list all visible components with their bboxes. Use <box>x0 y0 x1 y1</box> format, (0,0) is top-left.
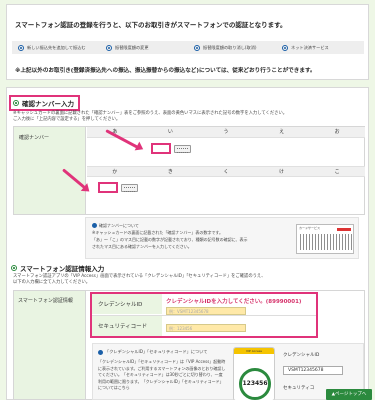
credential-row: クレデンシャルID クレデンシャルIDを入力してください。(89990001) … <box>92 294 316 315</box>
kana-header: け <box>279 169 285 175</box>
help-text: 「あ」〜「こ」のマス目に記載の数字が記載されており、種類の記号数の確認に、表示 <box>92 237 248 242</box>
confirm-number-input-ka[interactable] <box>98 182 118 193</box>
credential-callout: クレデンシャルID VSMT12345678 セキュリティコ <box>283 352 343 391</box>
keyboard-icon[interactable] <box>121 184 138 192</box>
security-code-input[interactable]: 例：123456 <box>166 324 246 332</box>
confirm-number-input-i[interactable] <box>151 143 171 154</box>
page-top-button[interactable]: ▲ページトップへ <box>326 389 372 400</box>
kana-header-row-2: か き く け こ <box>87 166 365 177</box>
kana-header: え <box>279 129 285 135</box>
kana-header: い <box>167 129 173 135</box>
sp-help-link[interactable]: 「クレデンシャルID」「セキュリティコード」について <box>98 349 208 355</box>
help-text: ※キャッシュカードの裏面に記載された「確認ナンバー」表の数字です。 <box>92 230 223 235</box>
smartphone-auth-heading: スマートフォン認証情報入力 <box>11 263 104 273</box>
credential-input-box: クレデンシャルID クレデンシャルIDを入力してください。(89990001) … <box>90 292 318 338</box>
confirm-number-help-box: 確認ナンバーについて ※キャッシュカードの裏面に記載された「確認ナンバー」表の数… <box>85 217 359 259</box>
section-dot-icon <box>13 100 19 106</box>
sp-label-cell: スマートフォン認証情報 <box>14 291 86 399</box>
confirm-desc-2: ご入力後に「上記内容で設定する」を押してください。 <box>13 117 121 122</box>
sp-desc-2: 以下の入力欄に全て入力してください。 <box>13 280 91 285</box>
service-item: 振替限度額の変更 <box>100 44 188 51</box>
help-text: されたマス目にある確認ナンバーを入力してください。 <box>92 244 192 249</box>
services-panel: スマートフォン認証の登録を行うと、以下のお取引きがスマートフォンでの認証となりま… <box>6 4 369 80</box>
auth-panel: 確認ナンバー入力 ※キャッシュカードの裏面に記載された「確認ナンバー」表をご参照… <box>6 87 369 400</box>
section-dot-icon <box>11 265 17 271</box>
service-item: 新しい振込先を追加して振込む <box>12 44 100 51</box>
kana-header-row-1: あ い う え お <box>87 127 365 138</box>
services-bar: 新しい振込先を追加して振込む 振替限度額の変更 振替限度額の取り消し(取消) ネ… <box>12 41 364 54</box>
kana-header: く <box>223 169 229 175</box>
service-item: ネット決済サービス <box>276 44 364 51</box>
kana-header: お <box>334 129 340 135</box>
sp-help-text: 「クレデンシャルID」「セキュリティコード」は「VIP Access」起動時に表… <box>98 359 226 390</box>
help-icon <box>98 349 103 355</box>
kana-header: き <box>167 169 173 175</box>
card-back-illustration: カードサービス <box>296 224 354 254</box>
radio-dot-icon <box>106 44 112 51</box>
credential-id-input[interactable]: 例：VSMT12345678 <box>166 307 246 315</box>
radio-dot-icon <box>18 44 24 51</box>
radio-dot-icon <box>194 44 200 51</box>
services-note: ※上記以外のお取引き(登録済振込先への振込、振込振替からの振込など)については、… <box>15 68 316 74</box>
intro-text: スマートフォン認証の登録を行うと、以下のお取引きがスマートフォンでの認証となりま… <box>15 21 287 29</box>
sp-help-box: 「クレデンシャルID」「セキュリティコード」について 「クレデンシャルID」「セ… <box>92 343 364 400</box>
smartphone-auth-table: スマートフォン認証情報 クレデンシャルID クレデンシャルIDを入力してください… <box>13 290 365 400</box>
kana-header: か <box>112 169 118 175</box>
security-code-row: セキュリティコード 例：123456 <box>92 316 316 336</box>
service-item: 振替限度額の取り消し(取消) <box>188 44 276 51</box>
kana-header: こ <box>334 169 340 175</box>
keyboard-icon[interactable] <box>174 145 191 153</box>
vip-access-phone-illustration: VIP Access 123456 <box>233 347 275 400</box>
confirm-label-cell: 確認ナンバー <box>14 127 86 214</box>
radio-dot-icon <box>282 44 288 51</box>
kana-header: う <box>223 129 229 135</box>
confirm-help-link[interactable]: 確認ナンバーについて <box>92 222 247 229</box>
confirm-number-heading: 確認ナンバー入力 <box>9 95 80 111</box>
help-icon <box>92 223 97 228</box>
